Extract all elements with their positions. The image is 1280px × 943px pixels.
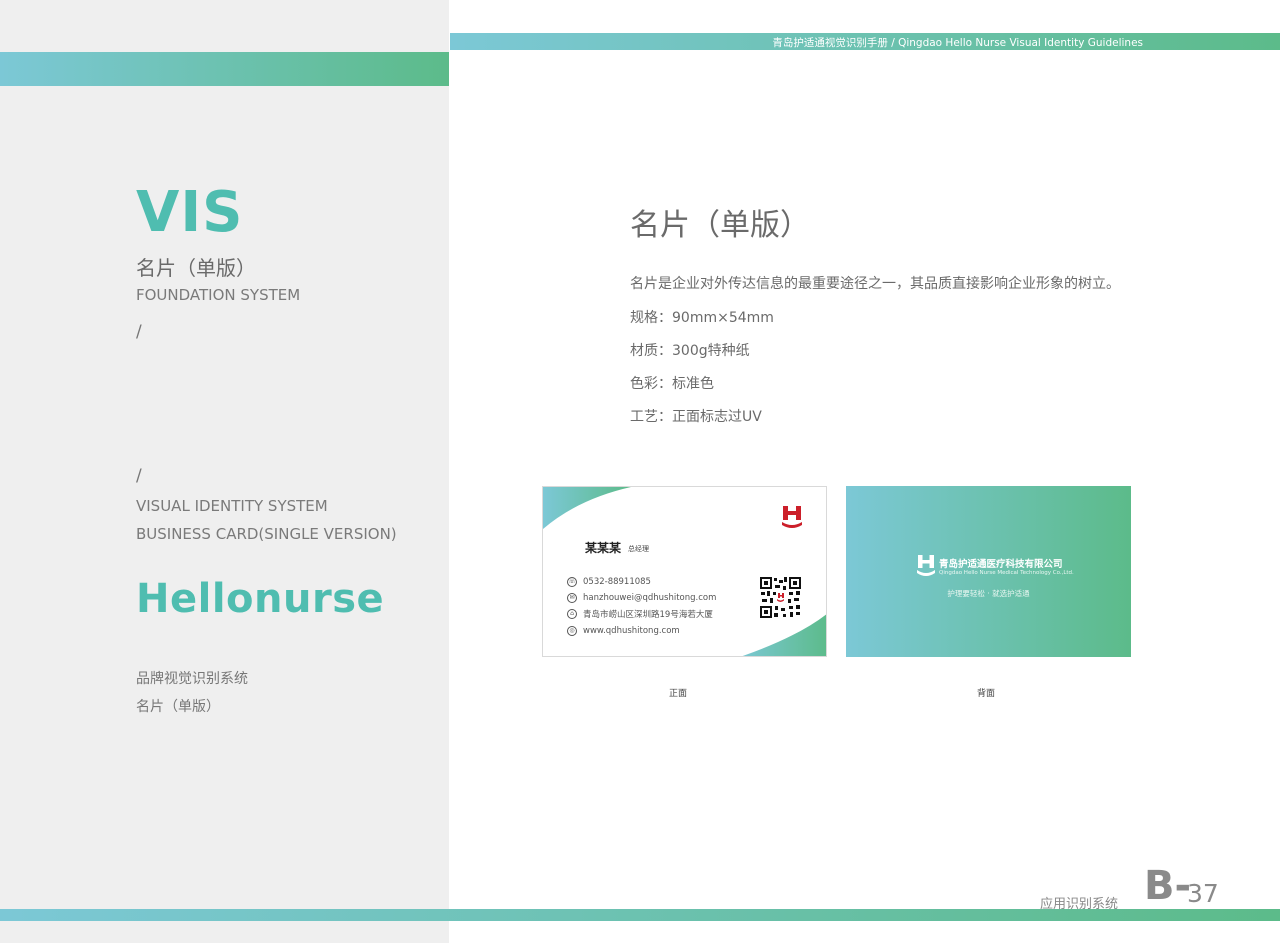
business-card-back: 青岛护适通医疗科技有限公司 Qingdao Hello Nurse Medica… <box>846 486 1131 657</box>
guideline-title: 青岛护适通视觉识别手册 / Qingdao Hello Nurse Visual… <box>772 37 1143 49</box>
section-letter: B- <box>1144 863 1192 909</box>
foundation-system-label: FOUNDATION SYSTEM <box>136 286 301 304</box>
email-icon: ✉ <box>567 593 577 603</box>
contact-address-row: ⌂ 青岛市崂山区深圳路19号海若大厦 <box>567 608 713 620</box>
company-name-en: Qingdao Hello Nurse Medical Technology C… <box>939 570 1074 576</box>
spec-size: 规格：90mm×54mm <box>630 310 774 326</box>
contact-phone-row: ☏ 0532-88911085 <box>567 576 651 588</box>
contact-phone: 0532-88911085 <box>583 577 651 587</box>
vis-title: VIS <box>136 180 244 245</box>
divider-slash: / <box>136 322 142 342</box>
visual-identity-system-label: VISUAL IDENTITY SYSTEM <box>136 497 328 515</box>
contact-email: hanzhouwei@qdhushitong.com <box>583 593 717 603</box>
brand-subtitle: 名片（单版） <box>136 699 220 715</box>
section-label: 应用识别系统 <box>1040 897 1119 912</box>
front-caption: 正面 <box>669 689 688 699</box>
contact-address: 青岛市崂山区深圳路19号海若大厦 <box>583 610 713 620</box>
card-holder-name: 某某某 <box>585 541 622 555</box>
brand-name: Hellonurse <box>136 576 385 622</box>
company-name: 青岛护适通医疗科技有限公司 <box>939 559 1063 570</box>
phone-icon: ☏ <box>567 577 577 587</box>
hellonurse-logo-icon <box>917 555 935 576</box>
card-holder-role: 总经理 <box>628 545 649 553</box>
back-caption: 背面 <box>977 689 996 699</box>
left-accent-band <box>0 52 449 86</box>
contact-website: www.qdhushitong.com <box>583 626 680 636</box>
business-card-label: BUSINESS CARD(SINGLE VERSION) <box>136 525 397 543</box>
spec-color: 色彩：标准色 <box>630 376 714 392</box>
page-number: 37 <box>1187 879 1219 908</box>
divider-slash: / <box>136 466 142 486</box>
location-icon: ⌂ <box>567 609 577 619</box>
business-card-front: 某某某 总经理 ☏ 0532-88911085 ✉ hanzhouwei@qdh… <box>542 486 827 657</box>
page-title: 名片（单版） <box>630 208 810 243</box>
company-slogan: 护理要轻松 · 就选护适通 <box>947 589 1030 598</box>
hellonurse-logo-icon <box>782 506 802 528</box>
header-band: 青岛护适通视觉识别手册 / Qingdao Hello Nurse Visual… <box>450 33 1280 50</box>
qr-code-icon <box>759 576 802 619</box>
description-text: 名片是企业对外传达信息的最重要途径之一，其品质直接影响企业形象的树立。 <box>630 276 1120 292</box>
contact-website-row: ◎ www.qdhushitong.com <box>567 625 680 637</box>
globe-icon: ◎ <box>567 626 577 636</box>
sidebar-subtitle: 名片（单版） <box>136 256 256 280</box>
spec-craft: 工艺：正面标志过UV <box>630 409 762 425</box>
spec-material: 材质：300g特种纸 <box>630 343 750 359</box>
contact-email-row: ✉ hanzhouwei@qdhushitong.com <box>567 592 716 604</box>
brand-system-label: 品牌视觉识别系统 <box>136 671 248 687</box>
left-panel <box>0 0 449 943</box>
